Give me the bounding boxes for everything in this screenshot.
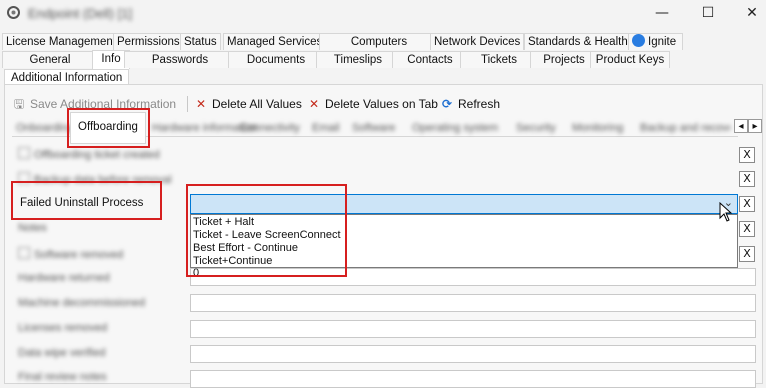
- field-label-1: Offboarding ticket created: [18, 147, 160, 161]
- delete-tab-x-icon: ✕: [308, 97, 320, 111]
- field-label-9: Data wipe verified: [18, 347, 106, 359]
- checkbox-1[interactable]: [18, 147, 30, 159]
- tab-general[interactable]: General: [2, 51, 98, 68]
- window-title: Endpoint (Dell) [1]: [28, 6, 133, 21]
- save-icon: 🖫: [13, 97, 25, 111]
- tab-permissions[interactable]: Permissions: [113, 33, 184, 50]
- delete-tab-label: Delete Values on Tab: [325, 97, 438, 111]
- field-label-4: Notes: [18, 222, 47, 234]
- delete-values-on-tab-button[interactable]: ✕ Delete Values on Tab: [307, 96, 438, 112]
- highlight-offboarding-tab: [67, 108, 150, 148]
- inner-tab-blurred-3[interactable]: Email: [312, 122, 340, 134]
- tab-managed-services[interactable]: Managed Services: [223, 33, 327, 50]
- ignite-icon: [632, 34, 645, 47]
- checkbox-5[interactable]: [18, 247, 30, 259]
- refresh-label: Refresh: [458, 97, 501, 111]
- inner-tab-onboarding[interactable]: Onboarding: [16, 122, 74, 134]
- tab-standards-health[interactable]: Standards & Health: [524, 33, 632, 50]
- clear-button-failed-uninstall[interactable]: X: [739, 196, 755, 212]
- text-field-8[interactable]: [190, 320, 756, 338]
- tab-contacts[interactable]: Contacts: [392, 51, 468, 68]
- tab-status[interactable]: Status: [180, 33, 221, 50]
- field-label-5: Software removed: [18, 247, 123, 261]
- maximize-button[interactable]: ☐: [697, 3, 719, 23]
- tab-ignite[interactable]: Ignite: [628, 33, 684, 50]
- highlight-dropdown-options: [186, 184, 347, 277]
- tab-product-keys[interactable]: Product Keys: [590, 51, 670, 68]
- mouse-cursor-icon: [719, 201, 733, 222]
- tab-network-devices[interactable]: Network Devices: [430, 33, 525, 50]
- close-button[interactable]: ✕: [741, 3, 763, 23]
- tab-tickets[interactable]: Tickets: [460, 51, 538, 68]
- refresh-icon: ⟳: [441, 97, 453, 111]
- clear-button-5[interactable]: X: [739, 246, 755, 262]
- tab-timeslips[interactable]: Timeslips: [316, 51, 400, 68]
- field-label-7: Machine decommissioned: [18, 297, 146, 309]
- highlight-failed-uninstall-label: [11, 181, 162, 220]
- minimize-button[interactable]: —: [651, 3, 673, 23]
- clear-button-4[interactable]: X: [739, 221, 755, 237]
- inner-tab-blurred-7[interactable]: Monitoring: [572, 122, 623, 134]
- delete-x-icon: ✕: [195, 97, 207, 111]
- clear-button-2[interactable]: X: [739, 171, 755, 187]
- tab-scroll-left-button[interactable]: ◂: [734, 119, 748, 133]
- inner-tab-blurred-8[interactable]: Backup and recovery: [640, 122, 730, 134]
- inner-tab-blurred-6[interactable]: Security: [516, 122, 556, 134]
- inner-tab-blurred-2[interactable]: Connectivity: [240, 122, 300, 134]
- text-field-9[interactable]: [190, 345, 756, 363]
- tab-documents[interactable]: Documents: [228, 51, 324, 68]
- tab-license-management[interactable]: License Management: [2, 33, 120, 50]
- tab-scroll-right-button[interactable]: ▸: [748, 119, 762, 133]
- app-icon: [6, 5, 21, 20]
- field-label-8: Licenses removed: [18, 322, 108, 334]
- delete-all-values-button[interactable]: ✕ Delete All Values: [194, 96, 302, 112]
- refresh-button[interactable]: ⟳ Refresh: [440, 96, 500, 112]
- tab-projects[interactable]: Projects: [530, 51, 598, 68]
- field-label-10: Final review notes: [18, 371, 107, 383]
- clear-button-1[interactable]: X: [739, 147, 755, 163]
- delete-all-label: Delete All Values: [212, 97, 302, 111]
- field-label-6: Hardware returned: [18, 272, 110, 284]
- tab-passwords[interactable]: Passwords: [124, 51, 236, 68]
- title-bar: Endpoint (Dell) [1] — ☐ ✕: [0, 0, 766, 26]
- tab-computers[interactable]: Computers: [319, 33, 439, 50]
- toolbar-separator: [187, 96, 188, 112]
- inner-tab-blurred-4[interactable]: Software: [352, 122, 395, 134]
- inner-tab-blurred-5[interactable]: Operating system: [412, 122, 498, 134]
- tab-ignite-label: Ignite: [648, 36, 677, 48]
- text-field-7[interactable]: [190, 294, 756, 312]
- text-field-10[interactable]: [190, 370, 756, 388]
